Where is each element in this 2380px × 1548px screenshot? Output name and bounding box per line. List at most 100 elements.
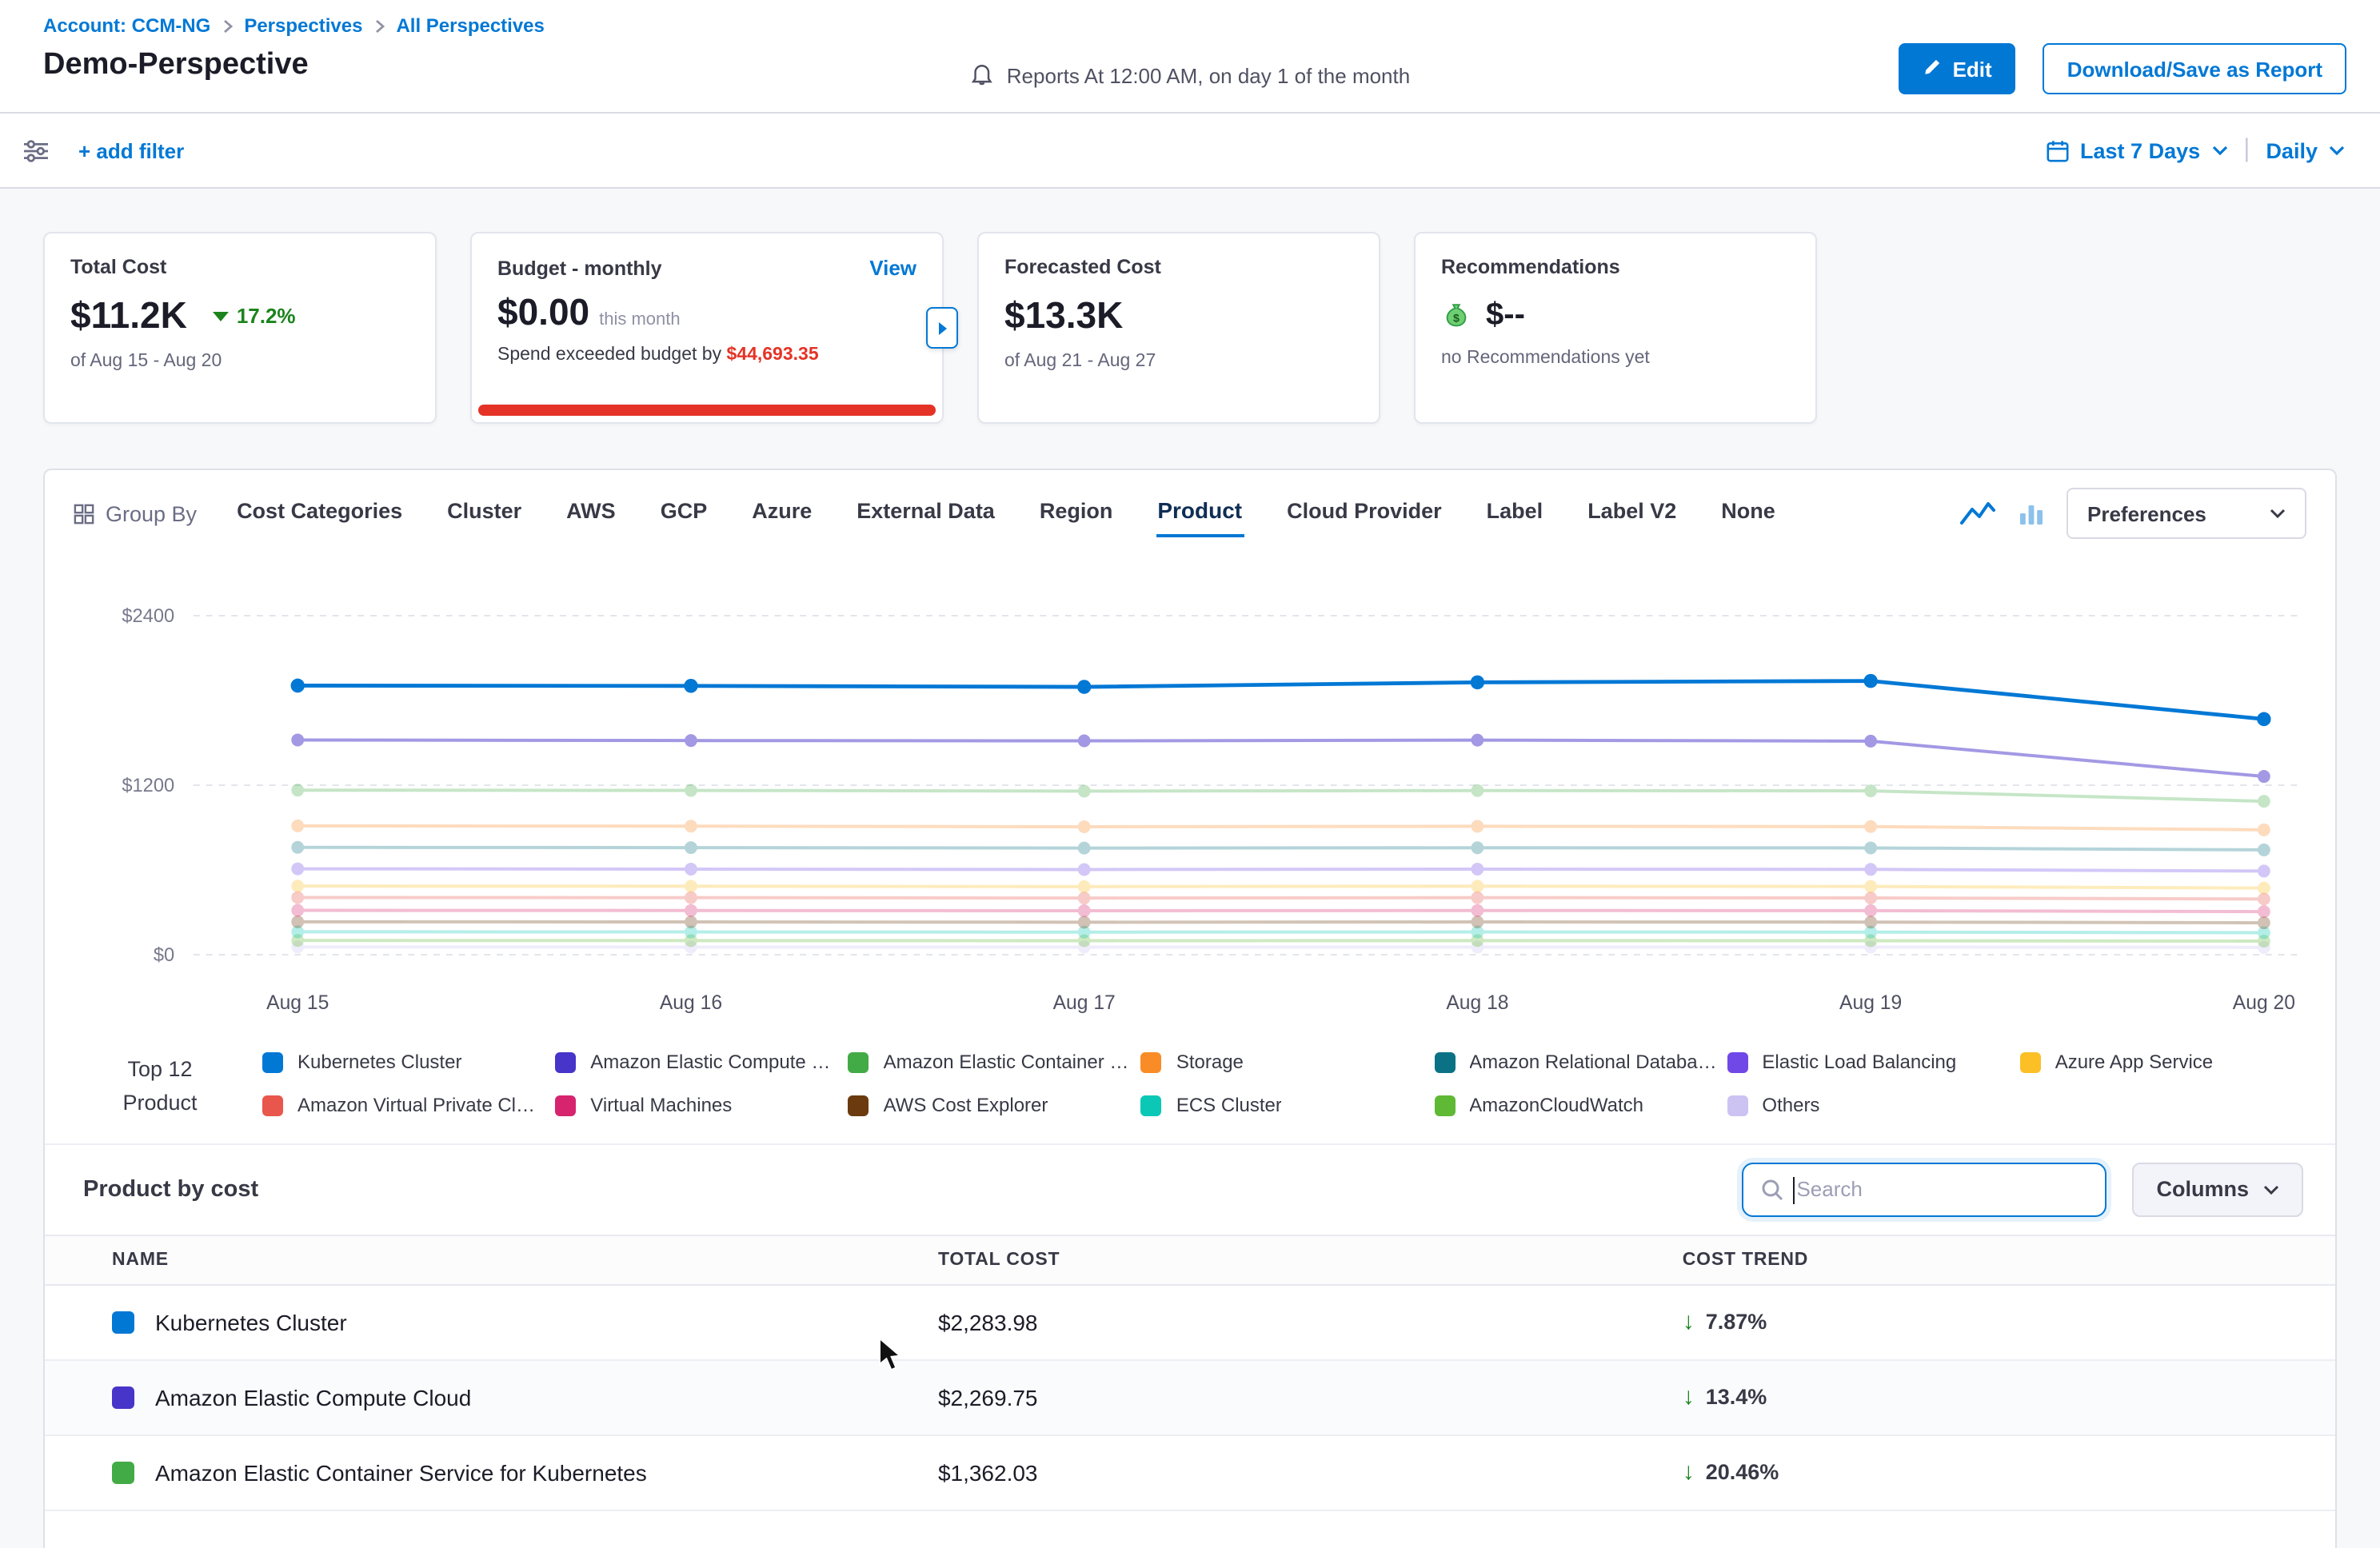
- legend-swatch: [849, 1051, 869, 1072]
- tab-label-v2[interactable]: Label V2: [1586, 491, 1678, 537]
- download-save-report-button[interactable]: Download/Save as Report: [2043, 43, 2346, 94]
- budget-expand-button[interactable]: [926, 307, 958, 349]
- tab-label[interactable]: Label: [1485, 491, 1545, 537]
- tab-cloud-provider[interactable]: Cloud Provider: [1285, 491, 1444, 537]
- product-name: Kubernetes Cluster: [155, 1310, 347, 1335]
- legend-label: Others: [1762, 1094, 1819, 1116]
- legend-item[interactable]: AWS Cost Explorer: [849, 1094, 1132, 1116]
- legend-label: Storage: [1176, 1051, 1244, 1073]
- add-filter-button[interactable]: + add filter: [78, 138, 184, 162]
- triangle-down-icon: [213, 311, 229, 321]
- granularity-selector[interactable]: Daily: [2266, 138, 2345, 162]
- table-row[interactable]: Amazon Elastic Container Service for Kub…: [45, 1435, 2335, 1510]
- columns-label: Columns: [2156, 1178, 2249, 1202]
- legend-item[interactable]: AmazonCloudWatch: [1434, 1094, 1717, 1116]
- trend-down-arrow-icon: ↓: [1683, 1309, 1695, 1336]
- search-input[interactable]: [1796, 1178, 2087, 1202]
- total-cost-card: Total Cost $11.2K 17.2% of Aug 15 - Aug …: [43, 232, 437, 424]
- legend-label: Virtual Machines: [590, 1094, 732, 1116]
- header-left: Account: CCM-NG Perspectives All Perspec…: [43, 14, 545, 112]
- legend-item[interactable]: Azure App Service: [2020, 1051, 2303, 1073]
- legend-item[interactable]: Virtual Machines: [555, 1094, 838, 1116]
- legend-swatch: [1141, 1095, 1162, 1115]
- legend-item[interactable]: ECS Cluster: [1141, 1094, 1424, 1116]
- group-by-row: Group By Cost CategoriesClusterAWSGCPAzu…: [45, 470, 2335, 549]
- calendar-icon: [2045, 138, 2069, 162]
- filter-sliders-icon[interactable]: [22, 138, 50, 162]
- column-header-cost-trend[interactable]: COST TREND: [1683, 1235, 2335, 1285]
- filter-bar-left: + add filter: [22, 138, 184, 162]
- legend-item[interactable]: Amazon Elastic Compute Clo...: [555, 1051, 838, 1073]
- tab-azure[interactable]: Azure: [750, 491, 813, 537]
- legend-label: Elastic Load Balancing: [1762, 1051, 1956, 1073]
- time-range-selector[interactable]: Last 7 Days: [2045, 138, 2227, 162]
- tab-region[interactable]: Region: [1038, 491, 1115, 537]
- legend-swatch: [1727, 1051, 1747, 1072]
- budget-progress-bar: [478, 405, 936, 416]
- total-cost-trend: 17.2%: [213, 304, 296, 328]
- pencil-icon: [1923, 57, 1942, 81]
- report-schedule: Reports At 12:00 AM, on day 1 of the mon…: [970, 61, 1410, 91]
- summary-cards-row: Total Cost $11.2K 17.2% of Aug 15 - Aug …: [0, 189, 2380, 469]
- svg-text:Aug 20: Aug 20: [2233, 992, 2295, 1014]
- filter-bar-right: Last 7 Days | Daily: [2045, 136, 2345, 165]
- legend-swatch: [262, 1051, 283, 1072]
- cost-line-chart[interactable]: $0$1200$2400Aug 15Aug 16Aug 17Aug 18Aug …: [61, 552, 2319, 1031]
- tab-gcp[interactable]: GCP: [659, 491, 709, 537]
- total-cost-period: of Aug 15 - Aug 20: [70, 352, 409, 371]
- app-viewport: Account: CCM-NG Perspectives All Perspec…: [0, 0, 2380, 1548]
- edit-button-label: Edit: [1953, 57, 1992, 81]
- recommendations-sublabel: no Recommendations yet: [1441, 349, 1790, 368]
- legend-item[interactable]: Kubernetes Cluster: [262, 1051, 545, 1073]
- table-row[interactable]: Kubernetes Cluster$2,283.98↓7.87%: [45, 1285, 2335, 1360]
- breadcrumb-perspectives-link[interactable]: Perspectives: [244, 14, 362, 37]
- legend-item[interactable]: Others: [1727, 1094, 2010, 1116]
- forecasted-cost-label: Forecasted Cost: [1004, 256, 1353, 278]
- legend-item[interactable]: Amazon Virtual Private Cloud: [262, 1094, 545, 1116]
- breadcrumb-account-link[interactable]: Account: CCM-NG: [43, 14, 210, 37]
- forecasted-cost-period: of Aug 21 - Aug 27: [1004, 352, 1353, 371]
- report-schedule-text: Reports At 12:00 AM, on day 1 of the mon…: [1007, 64, 1410, 88]
- legend-item[interactable]: Storage: [1141, 1051, 1424, 1073]
- budget-view-link[interactable]: View: [869, 256, 916, 280]
- table-row[interactable]: Amazon Elastic Compute Cloud$2,269.75↓13…: [45, 1360, 2335, 1435]
- legend-item[interactable]: Elastic Load Balancing: [1727, 1051, 2010, 1073]
- legend-swatch: [1141, 1051, 1162, 1072]
- svg-text:Aug 15: Aug 15: [266, 992, 329, 1014]
- column-header-total-cost[interactable]: TOTAL COST: [938, 1235, 1683, 1285]
- tab-cluster[interactable]: Cluster: [445, 491, 523, 537]
- chevron-down-icon: [2329, 146, 2345, 155]
- product-name: Amazon Elastic Compute Cloud: [155, 1385, 471, 1410]
- search-box: [1742, 1163, 2106, 1217]
- forecasted-cost-card: Forecasted Cost $13.3K of Aug 21 - Aug 2…: [977, 232, 1380, 424]
- legend-label: Azure App Service: [2055, 1051, 2213, 1073]
- legend-swatch: [1434, 1051, 1455, 1072]
- legend-item[interactable]: Amazon Elastic Container Se...: [849, 1051, 1132, 1073]
- legend-label: Kubernetes Cluster: [298, 1051, 461, 1073]
- tab-aws[interactable]: AWS: [565, 491, 617, 537]
- budget-value: $0.00: [497, 291, 589, 334]
- download-button-label: Download/Save as Report: [2067, 57, 2322, 81]
- product-color-swatch: [112, 1311, 134, 1334]
- bar-chart-toggle-icon[interactable]: [2019, 501, 2044, 526]
- tab-none[interactable]: None: [1719, 491, 1777, 537]
- tab-external-data[interactable]: External Data: [855, 491, 996, 537]
- line-chart-toggle-icon[interactable]: [1959, 501, 1996, 526]
- table-title: Product by cost: [83, 1177, 258, 1203]
- columns-dropdown-button[interactable]: Columns: [2132, 1163, 2303, 1217]
- cost-trend-cell: ↓7.87%: [1683, 1309, 2335, 1336]
- edit-button[interactable]: Edit: [1899, 43, 2016, 94]
- recommendations-value: $--: [1486, 297, 1525, 334]
- filter-bar: + add filter Last 7 Days | Daily: [0, 112, 2380, 189]
- legend-title: Top 12 Product: [86, 1051, 234, 1121]
- breadcrumb-all-perspectives-link[interactable]: All Perspectives: [396, 14, 544, 37]
- legend-item[interactable]: Amazon Relational Database ...: [1434, 1051, 1717, 1073]
- tab-product[interactable]: Product: [1156, 489, 1244, 537]
- chevron-down-icon: [2270, 509, 2286, 518]
- column-header-name[interactable]: NAME: [45, 1235, 938, 1285]
- cost-trend-cell: ↓13.4%: [1683, 1384, 2335, 1411]
- preferences-dropdown[interactable]: Preferences: [2067, 488, 2306, 539]
- cost-table-body: Kubernetes Cluster$2,283.98↓7.87%Amazon …: [45, 1285, 2335, 1510]
- product-color-swatch: [112, 1386, 134, 1409]
- tab-cost-categories[interactable]: Cost Categories: [235, 491, 404, 537]
